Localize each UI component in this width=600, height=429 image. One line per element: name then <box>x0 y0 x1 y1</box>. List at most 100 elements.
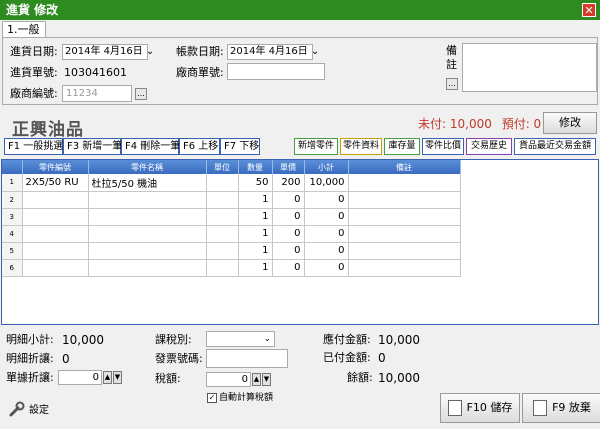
table-row[interactable]: 5100 <box>2 242 461 260</box>
cell-note[interactable] <box>348 174 461 192</box>
cell-part-no[interactable] <box>22 259 89 277</box>
auto-tax-checkbox[interactable]: ✓ <box>207 393 217 403</box>
modify-button[interactable]: 修改 <box>543 112 597 134</box>
cell-note[interactable] <box>348 242 461 260</box>
new-part-button[interactable]: 新增零件 <box>294 138 338 155</box>
vendor-lookup-button[interactable]: ... <box>135 88 147 100</box>
row-number: 1 <box>2 174 23 192</box>
tab-general[interactable]: 1.一般 <box>2 21 46 38</box>
items-grid[interactable]: 零件編號 零件名稱 單位 數量 單價 小計 備註 1 2X5/50 RU 杜拉5/5… <box>1 159 599 325</box>
auto-tax-label: 自動計算稅額 <box>219 393 274 403</box>
doc-discount-up-icon[interactable]: ▲ <box>103 371 112 384</box>
row-number: 5 <box>2 242 23 260</box>
detail-subtotal-value: 10,000 <box>62 333 104 347</box>
cell-subtotal[interactable]: 0 <box>304 225 349 243</box>
cell-part-no[interactable] <box>22 208 89 226</box>
cell-price[interactable]: 0 <box>272 191 305 209</box>
col-note[interactable]: 備註 <box>348 160 461 174</box>
cell-note[interactable] <box>348 259 461 277</box>
cell-part-name[interactable] <box>88 259 207 277</box>
purchase-date-label: 進貨日期: <box>10 45 58 58</box>
trade-history-button[interactable]: 交易歷史 <box>466 138 512 155</box>
price-compare-button[interactable]: 零件比價 <box>422 138 464 155</box>
close-icon[interactable]: ✕ <box>582 3 596 17</box>
table-row[interactable]: 6100 <box>2 259 461 277</box>
col-unit[interactable]: 單位 <box>206 160 239 174</box>
col-qty[interactable]: 數量 <box>238 160 273 174</box>
cell-subtotal[interactable]: 10,000 <box>304 174 349 192</box>
cell-part-name[interactable]: 杜拉5/50 機油 <box>88 174 207 192</box>
cell-part-name[interactable] <box>88 208 207 226</box>
settings-wrench-icon[interactable] <box>8 400 26 418</box>
cell-price[interactable]: 0 <box>272 225 305 243</box>
doc-discount-field[interactable]: 0 <box>58 370 102 385</box>
col-part-no[interactable]: 零件編號 <box>22 160 89 174</box>
cell-price[interactable]: 0 <box>272 259 305 277</box>
fkey-f6-up[interactable]: F6 上移 <box>179 138 220 155</box>
cell-qty[interactable]: 1 <box>238 191 273 209</box>
cell-part-no[interactable] <box>22 225 89 243</box>
tax-down-icon[interactable]: ▼ <box>262 373 271 386</box>
cell-note[interactable] <box>348 208 461 226</box>
cell-subtotal[interactable]: 0 <box>304 242 349 260</box>
cell-unit[interactable] <box>206 174 239 192</box>
cell-subtotal[interactable]: 0 <box>304 191 349 209</box>
cell-qty[interactable]: 1 <box>238 225 273 243</box>
cell-unit[interactable] <box>206 242 239 260</box>
memo-button[interactable]: ... <box>446 78 458 90</box>
memo-textarea[interactable] <box>462 43 597 92</box>
cell-part-no[interactable] <box>22 191 89 209</box>
window-title: 進貨 修改 <box>6 3 59 17</box>
cell-price[interactable]: 0 <box>272 208 305 226</box>
table-row[interactable]: 4100 <box>2 225 461 243</box>
cell-part-no[interactable]: 2X5/50 RU <box>22 174 89 192</box>
cell-part-name[interactable] <box>88 191 207 209</box>
part-info-button[interactable]: 零件資料 <box>340 138 382 155</box>
fkey-f7-down[interactable]: F7 下移 <box>220 138 260 155</box>
invoice-no-field[interactable] <box>206 349 288 368</box>
cell-unit[interactable] <box>206 191 239 209</box>
prepaid-amount: 預付: 0 <box>501 117 542 131</box>
cell-part-no[interactable] <box>22 242 89 260</box>
cell-note[interactable] <box>348 191 461 209</box>
table-row[interactable]: 1 2X5/50 RU 杜拉5/50 機油 50 200 10,000 <box>2 174 461 192</box>
account-date-picker[interactable]: 2014年 4月16日 ⌄ <box>227 44 319 60</box>
window-title-bar: 進貨 修改 <box>0 0 600 20</box>
tax-up-icon[interactable]: ▲ <box>252 373 261 386</box>
vendor-doc-field[interactable] <box>227 63 325 80</box>
cell-qty[interactable]: 1 <box>238 208 273 226</box>
fkey-f3-add[interactable]: F3 新增一筆 <box>63 138 122 155</box>
cell-qty[interactable]: 1 <box>238 242 273 260</box>
paid-value: 0 <box>378 351 386 365</box>
fkey-f1-select[interactable]: F1 一般挑選 <box>4 138 63 155</box>
doc-discount-down-icon[interactable]: ▼ <box>113 371 122 384</box>
cell-part-name[interactable] <box>88 242 207 260</box>
cell-subtotal[interactable]: 0 <box>304 208 349 226</box>
tax-type-select[interactable]: ⌄ <box>206 331 275 347</box>
table-row[interactable]: 2100 <box>2 191 461 209</box>
col-part-name[interactable]: 零件名稱 <box>88 160 207 174</box>
cell-price[interactable]: 0 <box>272 242 305 260</box>
table-row[interactable]: 3100 <box>2 208 461 226</box>
cell-unit[interactable] <box>206 225 239 243</box>
col-price[interactable]: 單價 <box>272 160 305 174</box>
cell-unit[interactable] <box>206 208 239 226</box>
cancel-button[interactable]: F9 放棄 <box>522 393 600 423</box>
purchase-date-picker[interactable]: 2014年 4月16日 ⌄ <box>62 44 154 60</box>
cell-part-name[interactable] <box>88 225 207 243</box>
account-date-label: 帳款日期: <box>176 45 224 58</box>
col-subtotal[interactable]: 小計 <box>304 160 349 174</box>
recent-trade-amount-button[interactable]: 貨品最近交易金額 <box>514 138 596 155</box>
cell-subtotal[interactable]: 0 <box>304 259 349 277</box>
settings-label[interactable]: 設定 <box>29 403 49 419</box>
vendor-code-field[interactable]: 11234 <box>62 85 132 102</box>
cell-qty[interactable]: 50 <box>238 174 273 192</box>
save-button[interactable]: F10 儲存 <box>440 393 520 423</box>
cell-unit[interactable] <box>206 259 239 277</box>
stock-button[interactable]: 庫存量 <box>384 138 420 155</box>
cell-note[interactable] <box>348 225 461 243</box>
cell-price[interactable]: 200 <box>272 174 305 192</box>
fkey-f4-delete[interactable]: F4 刪除一筆 <box>121 138 180 155</box>
tax-field[interactable]: 0 <box>206 372 251 387</box>
cell-qty[interactable]: 1 <box>238 259 273 277</box>
